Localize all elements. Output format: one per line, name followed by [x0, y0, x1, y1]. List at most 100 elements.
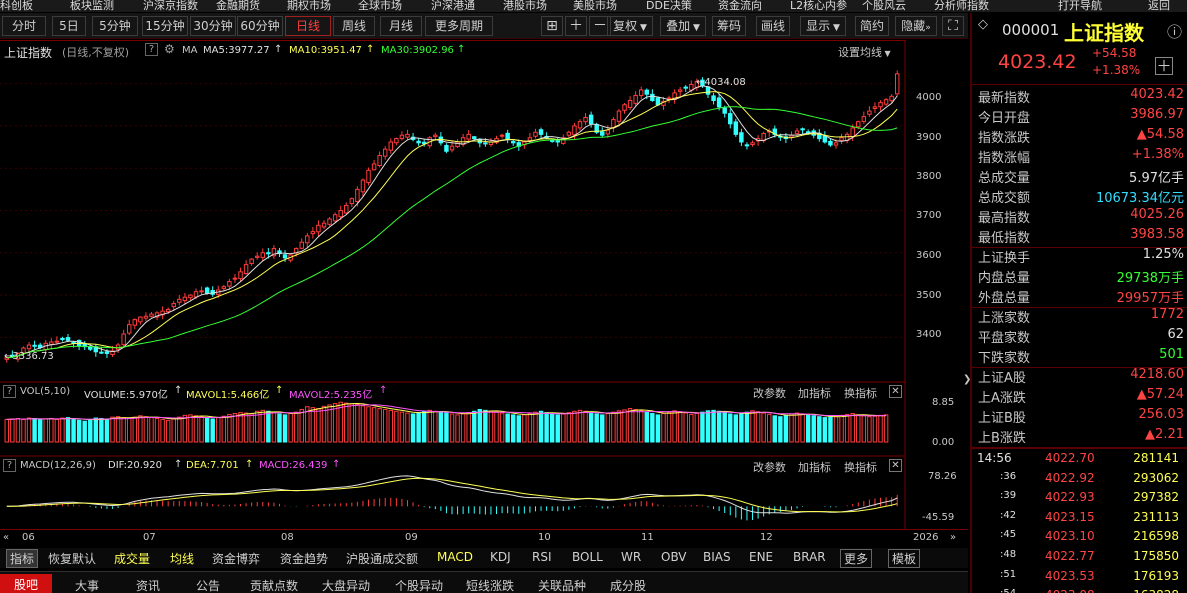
candle-body [499, 134, 505, 137]
indicator-tab[interactable]: 成交量 [114, 550, 150, 567]
top-menu-item[interactable]: 金融期货 [216, 0, 260, 12]
hide-button[interactable]: 隐藏» [895, 16, 937, 36]
kline-chart-svg[interactable] [0, 40, 968, 529]
period-button-5day[interactable]: 5日 [52, 16, 86, 36]
help-icon[interactable]: ? [3, 459, 16, 472]
top-menu-item[interactable]: 科创板 [0, 0, 33, 12]
top-menu-item[interactable]: 全球市场 [358, 0, 402, 12]
top-menu-item[interactable]: 期权市场 [287, 0, 331, 12]
help-icon[interactable]: ? [3, 385, 16, 398]
indicator-tab[interactable]: BIAS [703, 550, 731, 564]
bottom-tab[interactable]: 个股异动 [395, 577, 443, 593]
period-button-15min[interactable]: 15分钟 [142, 16, 188, 36]
simple-button[interactable]: 简约 [855, 16, 889, 36]
indicator-tab[interactable]: 资金博弈 [212, 550, 260, 567]
chevron-down-icon: ▼ [690, 23, 700, 33]
vol-modify-params-button[interactable]: 改参数 [753, 385, 786, 401]
indicator-tab[interactable]: BOLL [572, 550, 603, 564]
set-ma-button[interactable]: 设置均线 ▼ [838, 44, 891, 60]
period-button-monthly[interactable]: 月线 [380, 16, 422, 36]
overlay-button[interactable]: 叠加 ▼ [660, 16, 706, 36]
top-menu-item[interactable]: 港股市场 [503, 0, 547, 12]
indicator-tab[interactable]: 均线 [170, 550, 194, 567]
vol-add-indicator-button[interactable]: 加指标 [798, 385, 831, 401]
vol-switch-indicator-button[interactable]: 换指标 [844, 385, 877, 401]
volume-bar [37, 419, 43, 443]
bottom-tab[interactable]: 股吧 [0, 574, 53, 593]
volume-bar [399, 411, 405, 443]
cross-cursor-icon[interactable]: ⊞ [541, 16, 563, 36]
top-menu-item[interactable]: 美股市场 [573, 0, 617, 12]
top-menu-item[interactable]: 打开导航 [1058, 0, 1102, 12]
volume-bar [410, 413, 416, 443]
top-menu-item[interactable]: 沪深京指数 [143, 0, 198, 12]
indicator-tab[interactable]: KDJ [490, 550, 511, 564]
top-menu-item[interactable]: 板块监测 [70, 0, 114, 12]
info-icon[interactable]: ⓘ [1167, 21, 1182, 42]
volume-bar [805, 414, 811, 443]
indicator-tab[interactable]: 沪股通成交额 [346, 550, 418, 567]
period-button-5min[interactable]: 5分钟 [92, 16, 138, 36]
quote-row-value: 29957万手 [1116, 291, 1184, 306]
top-menu-item[interactable]: 沪深港通 [431, 0, 475, 12]
indicator-tab[interactable]: MACD [437, 550, 473, 564]
help-icon[interactable]: ? [145, 43, 158, 56]
period-button-60min[interactable]: 60分钟 [237, 16, 283, 36]
macd-add-indicator-button[interactable]: 加指标 [798, 459, 831, 475]
add-watchlist-icon[interactable]: ＋ [1155, 57, 1173, 75]
top-menu-item[interactable]: L2核心内参 [790, 0, 847, 12]
period-button-weekly[interactable]: 周线 [333, 16, 375, 36]
draw-line-button[interactable]: 画线 [756, 16, 790, 36]
chips-button[interactable]: 筹码 [712, 16, 746, 36]
tick-row: :45 4023.10 216598 [972, 529, 1187, 548]
indicator-tab[interactable]: 恢复默认 [48, 550, 96, 567]
indicator-tab[interactable]: WR [621, 550, 641, 564]
top-menu-item[interactable]: 返回 [1148, 0, 1170, 12]
indicator-tab[interactable]: RSI [532, 550, 552, 564]
volume-bar [811, 415, 816, 443]
bottom-tab[interactable]: 关联品种 [538, 577, 586, 593]
chart-area[interactable]: 上证指数 (日线,不复权) ? ⚙ MA MA5:3977.27 ↑ MA10:… [0, 40, 968, 529]
bottom-tab[interactable]: 资讯 [136, 577, 160, 593]
bottom-tab[interactable]: 大盘异动 [322, 577, 370, 593]
top-menu-item[interactable]: DDE决策 [646, 0, 692, 12]
adjust-button[interactable]: 复权 ▼ [607, 16, 653, 36]
volume-bar [99, 417, 104, 443]
top-menu-item[interactable]: 个股风云 [862, 0, 906, 12]
candle-body [149, 313, 154, 317]
gear-icon[interactable]: ⚙ [164, 42, 175, 56]
volume-bar [416, 412, 421, 443]
bottom-tab[interactable]: 贡献点数 [250, 577, 298, 593]
indicator-tab[interactable]: 指标 [6, 549, 39, 568]
macd-modify-params-button[interactable]: 改参数 [753, 459, 786, 475]
indicator-tab[interactable]: 更多 [840, 549, 873, 568]
close-icon[interactable]: ✕ [889, 385, 902, 398]
bottom-tab[interactable]: 短线涨跌 [466, 577, 514, 593]
indicator-tab[interactable]: 资金趋势 [280, 550, 328, 567]
quote-row: 今日开盘 3986.97 [978, 107, 1184, 127]
indicator-tab[interactable]: ENE [749, 550, 773, 564]
bottom-tab[interactable]: 大事 [75, 577, 99, 593]
zoom-in-icon[interactable]: ＋ [565, 16, 587, 36]
indicator-tab[interactable]: OBV [661, 550, 687, 564]
period-button-more[interactable]: 更多周期 [425, 16, 493, 36]
collapse-panel-icon[interactable]: ❯ [963, 374, 971, 385]
scroll-left-icon[interactable]: « [3, 532, 9, 543]
top-menu-item[interactable]: 资金流向 [718, 0, 762, 12]
period-button-30min[interactable]: 30分钟 [190, 16, 236, 36]
volume-bar [288, 413, 293, 443]
indicator-tab[interactable]: BRAR [793, 550, 826, 564]
volume-bar [293, 411, 299, 443]
display-button[interactable]: 显示 ▼ [800, 16, 846, 36]
macd-switch-indicator-button[interactable]: 换指标 [844, 459, 877, 475]
price-tick-3700: 3700 [916, 210, 942, 221]
period-button-daily[interactable]: 日线 [285, 16, 331, 36]
bottom-tab[interactable]: 公告 [196, 577, 220, 593]
top-menu-item[interactable]: 分析师指数 [934, 0, 989, 12]
bottom-tab[interactable]: 成分股 [610, 577, 646, 593]
indicator-tab[interactable]: 模板 [888, 549, 921, 568]
close-icon[interactable]: ✕ [889, 459, 902, 472]
fullscreen-icon[interactable]: ⛶ [942, 16, 964, 36]
period-button-minute[interactable]: 分时 [2, 16, 46, 36]
scroll-right-icon[interactable]: » [950, 532, 956, 543]
